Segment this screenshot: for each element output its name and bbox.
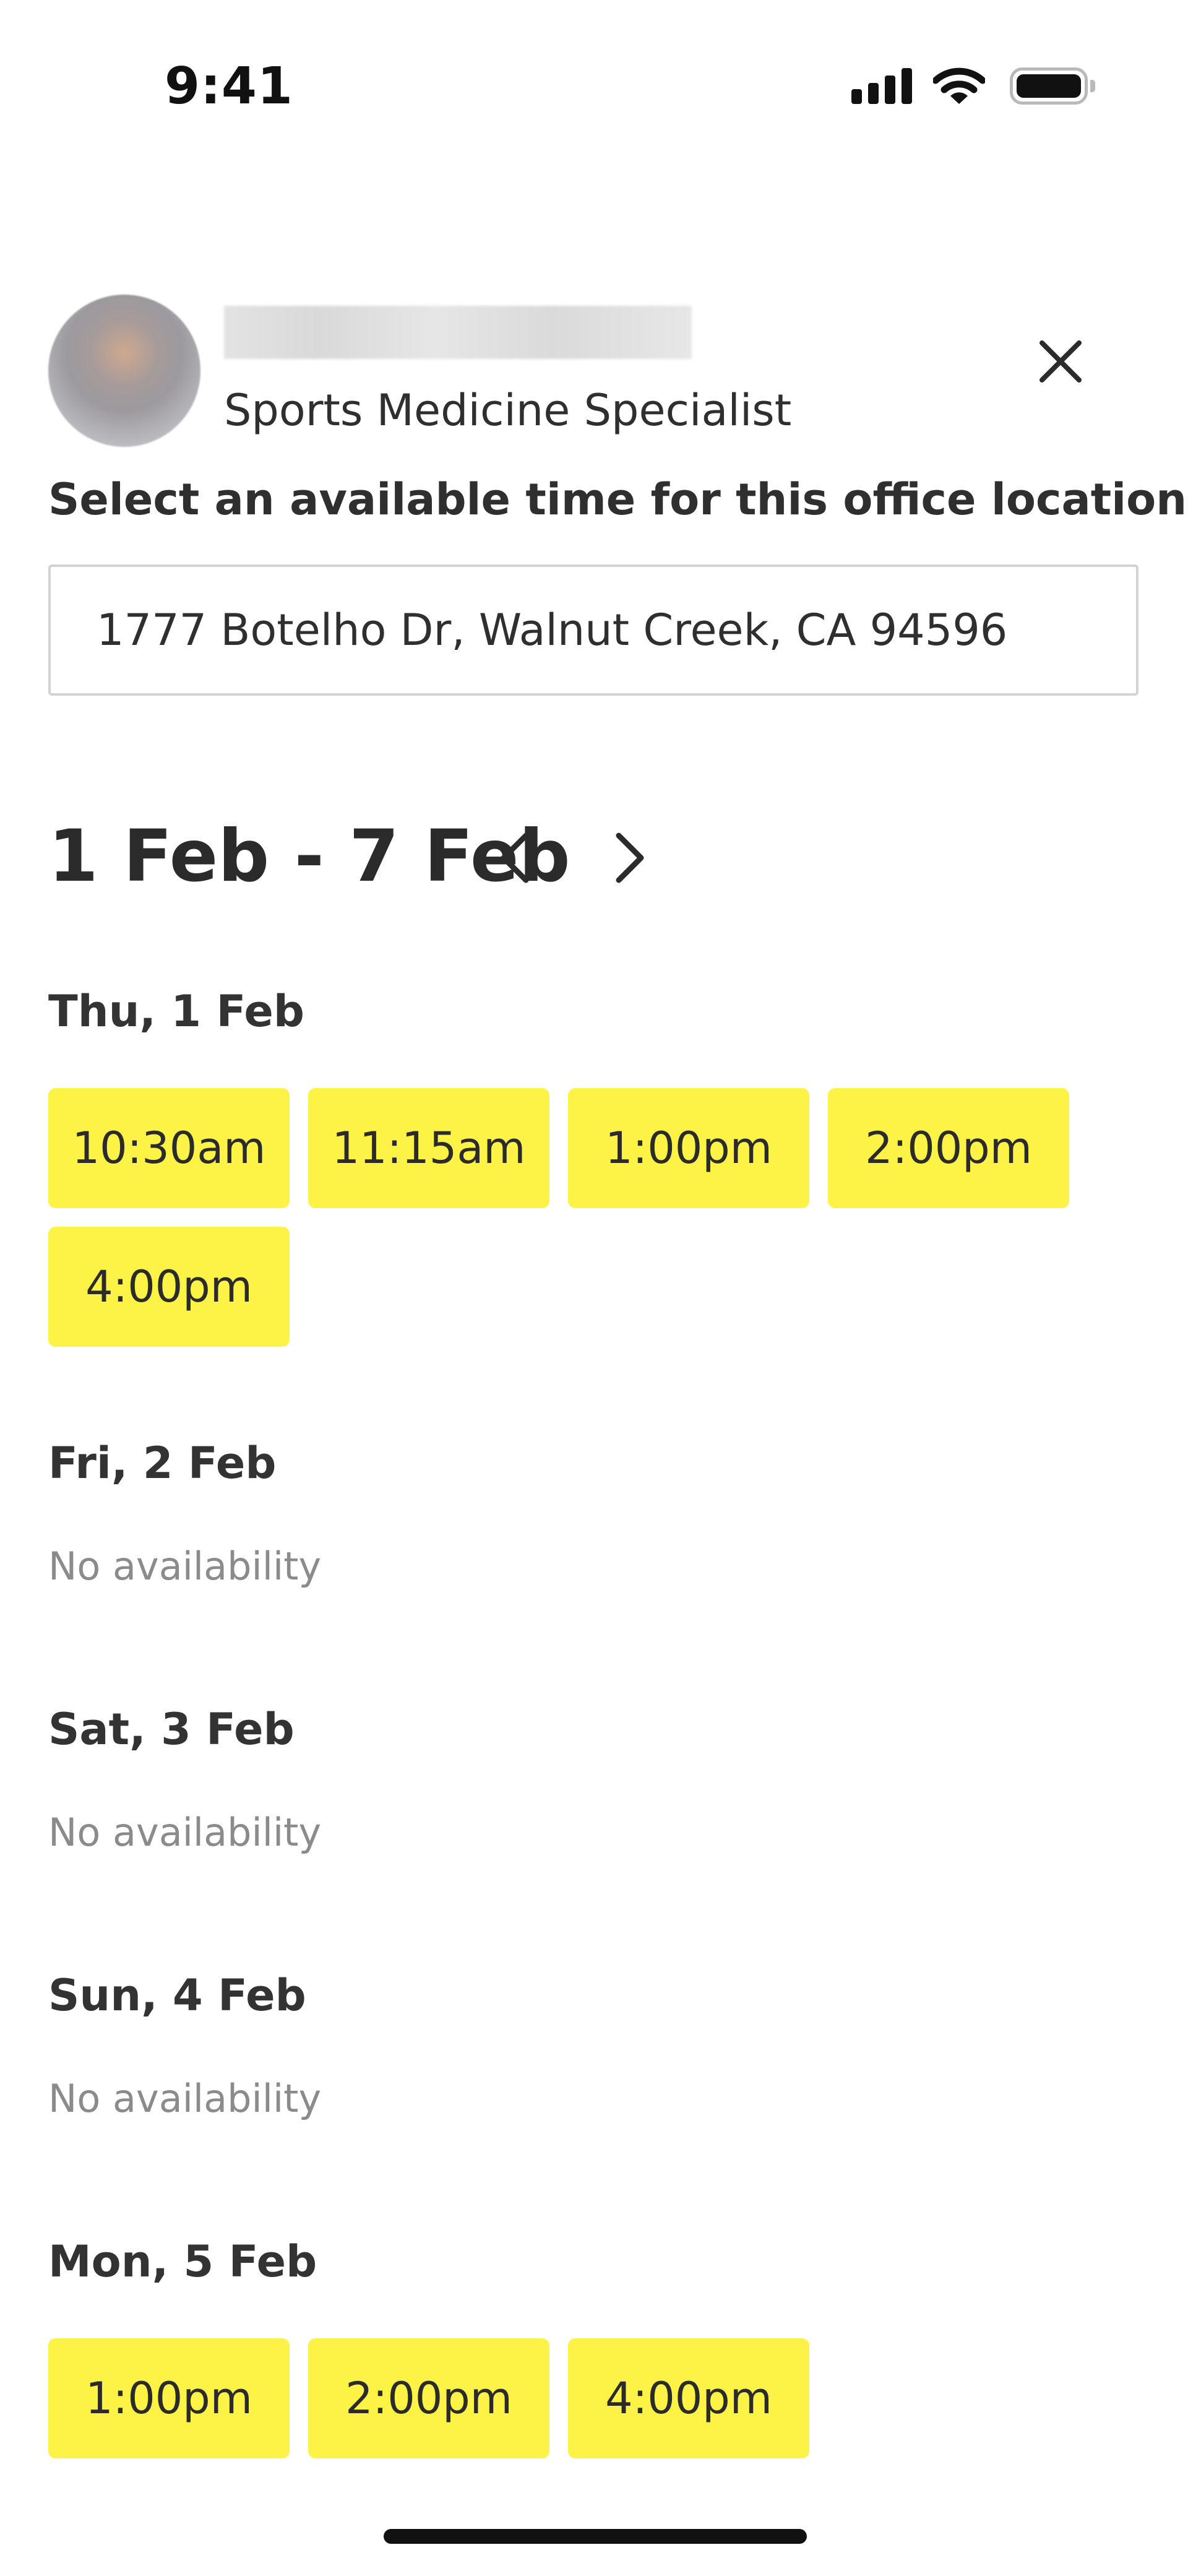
chevron-left-icon[interactable] xyxy=(491,828,541,888)
office-location-field[interactable]: 1777 Botelho Dr, Walnut Creek, CA 94596 xyxy=(48,564,1138,696)
time-slot-button[interactable]: 1:00pm xyxy=(48,2338,290,2458)
time-slot-button[interactable]: 11:15am xyxy=(308,1088,549,1208)
instructions-text: Select an available time for this office… xyxy=(48,474,1187,525)
provider-name-redacted xyxy=(224,306,692,359)
status-bar-icons xyxy=(851,67,1095,105)
day-section-fri-2-feb: Fri, 2 Feb No availability xyxy=(48,1437,1150,1589)
appointment-time-picker-screen: 9:41 Sports Medicine Specialist Select a… xyxy=(0,0,1188,2576)
chevron-right-icon[interactable] xyxy=(604,828,653,888)
day-title: Thu, 1 Feb xyxy=(48,986,305,1037)
cellular-signal-icon xyxy=(851,68,912,104)
time-slot-button[interactable]: 2:00pm xyxy=(828,1088,1069,1208)
day-title: Mon, 5 Feb xyxy=(48,2236,317,2287)
office-location-value: 1777 Botelho Dr, Walnut Creek, CA 94596 xyxy=(97,605,1008,655)
time-slot-button[interactable]: 2:00pm xyxy=(308,2338,549,2458)
home-indicator[interactable] xyxy=(384,2529,807,2544)
day-section-thu-1-feb: Thu, 1 Feb 10:30am 11:15am 1:00pm 2:00pm… xyxy=(48,985,1150,1347)
time-slot-button[interactable]: 1:00pm xyxy=(568,1088,809,1208)
no-availability-text: No availability xyxy=(48,2076,322,2121)
time-slot-button[interactable]: 4:00pm xyxy=(568,2338,809,2458)
day-title: Sat, 3 Feb xyxy=(48,1704,295,1755)
status-bar-time: 9:41 xyxy=(165,57,293,116)
battery-icon xyxy=(1010,67,1095,105)
day-section-sun-4-feb: Sun, 4 Feb No availability xyxy=(48,1969,1150,2121)
no-availability-text: No availability xyxy=(48,1544,322,1589)
provider-specialty: Sports Medicine Specialist xyxy=(224,385,792,436)
day-section-mon-5-feb: Mon, 5 Feb 1:00pm 2:00pm 4:00pm xyxy=(48,2236,1150,2458)
time-slot-list: 1:00pm 2:00pm 4:00pm xyxy=(48,2338,1100,2458)
time-slot-button[interactable]: 4:00pm xyxy=(48,1227,290,1347)
day-title: Fri, 2 Feb xyxy=(48,1438,277,1489)
close-icon[interactable] xyxy=(1037,338,1084,385)
provider-avatar xyxy=(48,295,200,447)
day-title: Sun, 4 Feb xyxy=(48,1970,306,2021)
time-slot-list: 10:30am 11:15am 1:00pm 2:00pm 4:00pm xyxy=(48,1088,1100,1347)
wifi-icon xyxy=(933,67,985,104)
no-availability-text: No availability xyxy=(48,1810,322,1855)
day-section-sat-3-feb: Sat, 3 Feb No availability xyxy=(48,1703,1150,1855)
time-slot-button[interactable]: 10:30am xyxy=(48,1088,290,1208)
